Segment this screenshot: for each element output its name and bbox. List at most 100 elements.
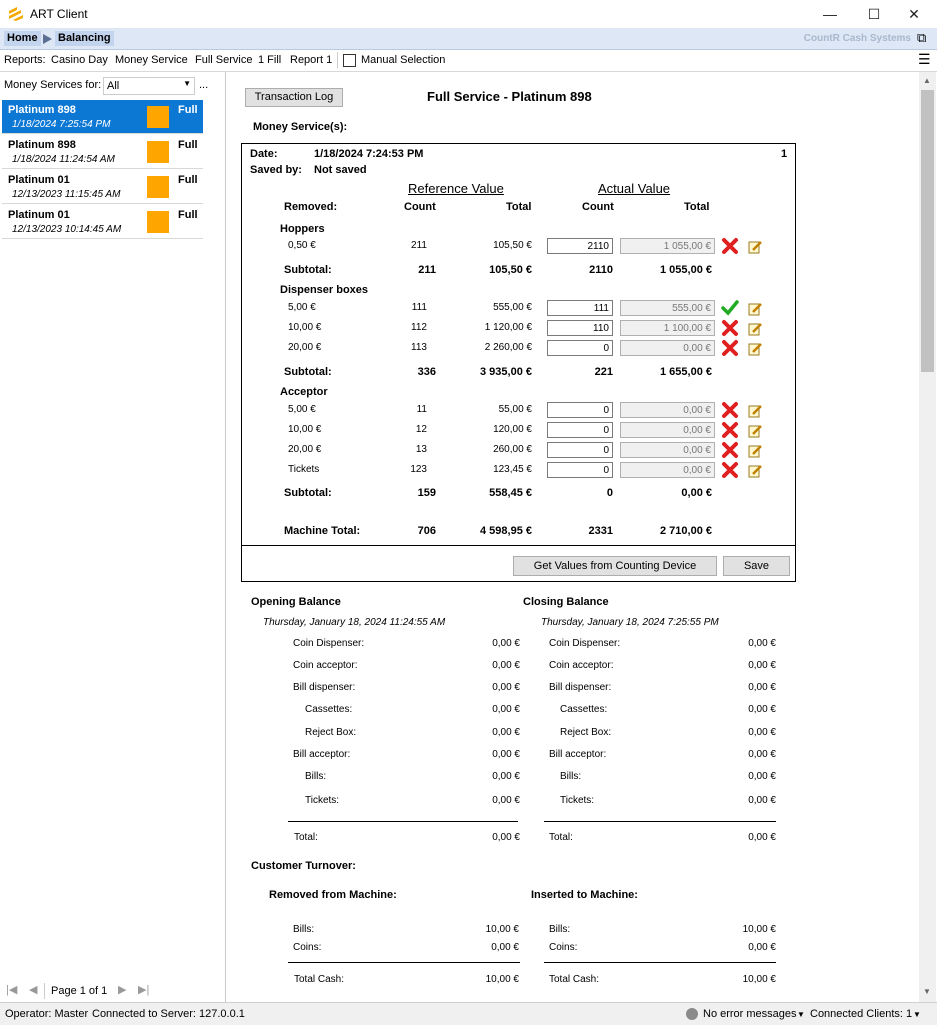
next-page-icon[interactable]: ▶ [118, 983, 126, 996]
actual-total-field: 1 055,00 € [620, 238, 715, 254]
breadcrumb-home[interactable]: Home [4, 31, 41, 46]
closing-row-value: 0,00 € [748, 795, 776, 806]
error-messages-dropdown[interactable]: No error messages [703, 1008, 797, 1020]
transaction-log-button[interactable]: Transaction Log [245, 88, 343, 107]
actual-count-input[interactable]: 0 [547, 442, 613, 458]
closing-row-value: 0,00 € [748, 727, 776, 738]
filter-more-button[interactable]: ... [199, 79, 208, 91]
hamburger-menu-icon[interactable]: ☰ [918, 51, 931, 68]
dispenser-header: Dispenser boxes [280, 284, 369, 296]
row-label: 20,00 € [288, 444, 322, 455]
closing-row-label: Bill dispenser: [549, 682, 612, 693]
ref-count: 11 [416, 404, 427, 415]
opening-row-label: Bill dispenser: [293, 682, 356, 693]
server-label: Connected to Server: 127.0.0.1 [92, 1008, 245, 1020]
reports-toolbar: Reports: Casino Day Money Service Full S… [0, 50, 937, 72]
act-count-header: Count [582, 201, 614, 213]
report-report-1[interactable]: Report 1 [290, 54, 332, 66]
subtotal-ref-total: 558,45 € [489, 487, 532, 499]
removed-coins-label: Coins: [293, 942, 322, 953]
scroll-down-icon[interactable]: ▼ [923, 987, 931, 996]
scroll-up-icon[interactable]: ▲ [923, 76, 931, 85]
subtotal-act-count: 0 [606, 487, 613, 499]
edit-icon[interactable] [748, 240, 762, 254]
money-service-item[interactable]: Platinum 01 12/13/2023 11:15:45 AM Full [2, 170, 203, 204]
subtotal-act-total: 1 055,00 € [660, 264, 712, 276]
money-service-item[interactable]: Platinum 01 12/13/2023 10:14:45 AM Full [2, 205, 203, 239]
connected-clients-dropdown[interactable]: Connected Clients: 1 [810, 1008, 912, 1020]
closing-total-value: 0,00 € [748, 832, 776, 843]
money-service-item[interactable]: Platinum 898 1/18/2024 7:25:54 PM Full [2, 100, 203, 134]
report-full-service[interactable]: Full Service [195, 54, 252, 66]
row-label: Tickets [288, 464, 320, 475]
report-1-fill[interactable]: 1 Fill [258, 54, 281, 66]
opening-date: Thursday, January 18, 2024 11:24:55 AM [263, 617, 446, 628]
subtotal-ref-total: 4 598,95 € [480, 525, 532, 537]
item-name: Platinum 01 [8, 209, 70, 221]
money-service-item[interactable]: Platinum 898 1/18/2024 11:24:54 AM Full [2, 135, 203, 169]
edit-icon[interactable] [748, 302, 762, 316]
date-value: 1/18/2024 7:24:53 PM [314, 148, 424, 160]
save-button[interactable]: Save [723, 556, 790, 576]
actual-count-input[interactable]: 0 [547, 462, 613, 478]
edit-icon[interactable] [748, 424, 762, 438]
item-name: Platinum 898 [8, 104, 76, 116]
ref-count: 211 [411, 240, 427, 251]
closing-row-label: Tickets: [560, 795, 595, 806]
actual-count-input[interactable]: 0 [547, 340, 613, 356]
actual-count-input[interactable]: 2110 [547, 238, 613, 254]
report-money-service[interactable]: Money Service [115, 54, 188, 66]
subtotal-act-total: 0,00 € [681, 487, 712, 499]
report-casino-day[interactable]: Casino Day [51, 54, 108, 66]
edit-icon[interactable] [748, 404, 762, 418]
acceptor-header: Acceptor [280, 386, 328, 398]
removed-coins-value: 0,00 € [491, 942, 519, 953]
subtotal-ref-count: 706 [417, 525, 436, 537]
subtotal-act-count: 2331 [588, 525, 613, 537]
closing-row-label: Bill acceptor: [549, 749, 607, 760]
item-name: Platinum 01 [8, 174, 70, 186]
pager: |◀ ◀ Page 1 of 1 ▶ ▶| [0, 980, 225, 1002]
edit-icon[interactable] [748, 322, 762, 336]
status-square [147, 211, 169, 233]
vertical-scrollbar[interactable]: ▲ ▼ [919, 72, 936, 1002]
subtotal-label: Subtotal: [284, 487, 332, 499]
customer-turnover-title: Customer Turnover: [251, 860, 356, 872]
breadcrumb: Home Balancing CountR Cash Systems ⧉ [0, 28, 937, 50]
closing-total-line [544, 821, 776, 822]
breadcrumb-balancing[interactable]: Balancing [55, 31, 114, 46]
first-page-icon[interactable]: |◀ [6, 983, 17, 996]
actual-count-input[interactable]: 110 [547, 320, 613, 336]
closing-row-label: Coin acceptor: [549, 660, 614, 671]
get-values-button[interactable]: Get Values from Counting Device [513, 556, 717, 576]
closing-row-value: 0,00 € [748, 660, 776, 671]
actual-total-field: 0,00 € [620, 462, 715, 478]
opening-total-line [288, 821, 518, 822]
cross-icon [722, 340, 738, 356]
subtotal-ref-count: 336 [417, 366, 436, 378]
actual-count-input[interactable]: 111 [547, 300, 613, 316]
minimize-button[interactable]: — [807, 0, 853, 28]
closing-row-label: Reject Box: [560, 727, 612, 738]
edit-icon[interactable] [748, 342, 762, 356]
actual-total-field: 0,00 € [620, 340, 715, 356]
last-page-icon[interactable]: ▶| [138, 983, 149, 996]
prev-page-icon[interactable]: ◀ [29, 983, 37, 996]
close-button[interactable]: ✕ [891, 0, 937, 28]
scroll-thumb[interactable] [921, 90, 934, 372]
actual-count-input[interactable]: 0 [547, 422, 613, 438]
edit-icon[interactable] [748, 444, 762, 458]
item-type: Full [178, 104, 198, 116]
restore-window-icon[interactable]: ⧉ [917, 30, 933, 46]
subtotal-act-count: 221 [594, 366, 613, 378]
filter-label: Money Services for: [4, 79, 102, 91]
cross-icon [722, 320, 738, 336]
manual-selection-checkbox[interactable] [343, 54, 356, 67]
actual-count-input[interactable]: 0 [547, 402, 613, 418]
title-bar: ART Client — ☐ ✕ [0, 0, 937, 28]
filter-select[interactable]: All ▼ [103, 77, 195, 95]
subtotal-ref-total: 3 935,00 € [480, 366, 532, 378]
item-date: 1/18/2024 7:25:54 PM [12, 119, 111, 130]
inserted-total-line [544, 962, 776, 963]
edit-icon[interactable] [748, 464, 762, 478]
